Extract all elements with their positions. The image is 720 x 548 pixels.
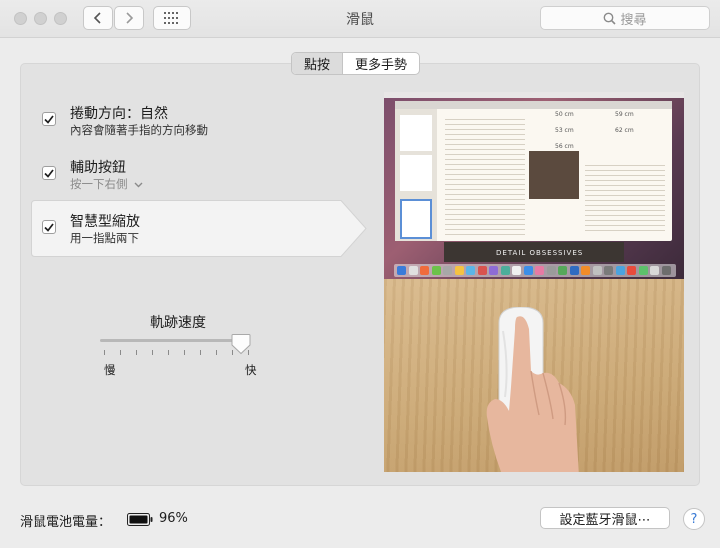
tracking-speed-tick bbox=[184, 350, 185, 355]
dock-app-icon bbox=[477, 266, 487, 275]
dock-app-icon bbox=[512, 266, 521, 275]
preview-banner-text: DETAIL OBSESSIVES bbox=[496, 249, 584, 257]
dock-app-icon bbox=[546, 266, 556, 275]
dock-app-icon bbox=[489, 266, 498, 275]
help-button[interactable]: ? bbox=[683, 508, 705, 530]
tracking-speed-min-label: 慢 bbox=[104, 363, 116, 377]
tracking-speed-thumb[interactable] bbox=[231, 333, 251, 355]
dock-app-icon bbox=[592, 266, 602, 275]
tracking-speed-tick bbox=[200, 350, 201, 355]
gesture-preview: 50 cm 53 cm 56 cm 59 cm 62 cm DETAIL OBS… bbox=[384, 92, 684, 472]
scroll-direction-checkbox[interactable] bbox=[42, 112, 56, 126]
checkmark-icon bbox=[44, 168, 54, 178]
preview-document-window: 50 cm 53 cm 56 cm 59 cm 62 cm bbox=[395, 101, 672, 241]
dock-app-icon bbox=[454, 266, 464, 275]
search-field[interactable]: 搜尋 bbox=[540, 6, 710, 30]
chevron-down-icon bbox=[134, 182, 143, 188]
secondary-click-checkbox[interactable] bbox=[42, 166, 56, 180]
secondary-click-dropdown[interactable]: 按一下右側 bbox=[70, 176, 143, 192]
secondary-click-value: 按一下右側 bbox=[70, 177, 128, 191]
preview-menubar bbox=[384, 92, 684, 98]
tracking-speed-tick bbox=[104, 350, 105, 355]
dock-app-icon bbox=[581, 266, 590, 275]
tracking-speed-tick bbox=[120, 350, 121, 355]
tracking-speed-track[interactable] bbox=[100, 339, 248, 342]
tab-point-and-click[interactable]: 點按 bbox=[292, 53, 344, 74]
tab-more-gestures[interactable]: 更多手勢 bbox=[343, 53, 419, 74]
battery-percent: 96% bbox=[159, 511, 188, 526]
preview-titlebar bbox=[395, 101, 672, 109]
preview-thumbnails bbox=[395, 109, 437, 241]
dock-app-icon bbox=[523, 266, 533, 275]
preview-screen: 50 cm 53 cm 56 cm 59 cm 62 cm DETAIL OBS… bbox=[384, 92, 684, 279]
dock-app-icon bbox=[535, 266, 544, 275]
scroll-direction-subtitle: 內容會隨著手指的方向移動 bbox=[70, 123, 208, 137]
checkmark-icon bbox=[44, 114, 54, 124]
setup-bluetooth-mouse-button[interactable]: 設定藍牙滑鼠⋯ bbox=[540, 507, 670, 529]
dock-app-icon bbox=[408, 266, 418, 275]
preview-size-56: 56 cm bbox=[555, 143, 574, 150]
tracking-speed-tick bbox=[152, 350, 153, 355]
dock-app-icon bbox=[650, 266, 659, 275]
dock-app-icon bbox=[569, 266, 579, 275]
dock-app-icon bbox=[627, 266, 636, 275]
dock-app-icon bbox=[431, 266, 441, 275]
secondary-click-title: 輔助按鈕 bbox=[70, 160, 126, 176]
preview-text-column bbox=[445, 115, 525, 235]
dock-app-icon bbox=[443, 266, 452, 275]
preview-text-column bbox=[585, 161, 665, 231]
battery-icon bbox=[127, 513, 153, 526]
preview-size-62: 62 cm bbox=[615, 127, 634, 134]
preview-size-53: 53 cm bbox=[555, 127, 574, 134]
search-icon bbox=[604, 12, 617, 25]
preview-size-59: 59 cm bbox=[615, 111, 634, 118]
tab-bar: 點按 更多手勢 bbox=[291, 52, 421, 75]
dock-app-icon bbox=[397, 266, 406, 275]
search-placeholder: 搜尋 bbox=[620, 12, 647, 28]
dock-app-icon bbox=[420, 266, 429, 275]
scroll-direction-title: 捲動方向：自然 bbox=[70, 106, 168, 122]
tracking-speed-tick bbox=[216, 350, 217, 355]
dock-app-icon bbox=[615, 266, 625, 275]
tracking-speed-max-label: 快 bbox=[245, 363, 257, 377]
smart-zoom-subtitle: 用一指點兩下 bbox=[70, 231, 139, 245]
smart-zoom-checkbox[interactable] bbox=[42, 220, 56, 234]
dock-app-icon bbox=[661, 266, 671, 275]
battery-label: 滑鼠電池電量： bbox=[20, 515, 112, 530]
dock-app-icon bbox=[604, 266, 613, 275]
tracking-speed-tick bbox=[168, 350, 169, 355]
checkmark-icon bbox=[44, 222, 54, 232]
tracking-speed-tick bbox=[136, 350, 137, 355]
hand-on-mouse-illustration bbox=[486, 307, 579, 472]
tracking-speed-title: 軌跡速度 bbox=[150, 315, 206, 331]
toolbar: 滑鼠 搜尋 bbox=[0, 0, 720, 38]
preview-photo bbox=[529, 151, 579, 199]
dock-app-icon bbox=[638, 266, 648, 275]
preview-dock bbox=[394, 264, 676, 277]
dock-app-icon bbox=[500, 266, 510, 275]
dock-app-icon bbox=[466, 266, 475, 275]
smart-zoom-title: 智慧型縮放 bbox=[70, 214, 140, 230]
preview-size-50: 50 cm bbox=[555, 111, 574, 118]
dock-app-icon bbox=[558, 266, 567, 275]
